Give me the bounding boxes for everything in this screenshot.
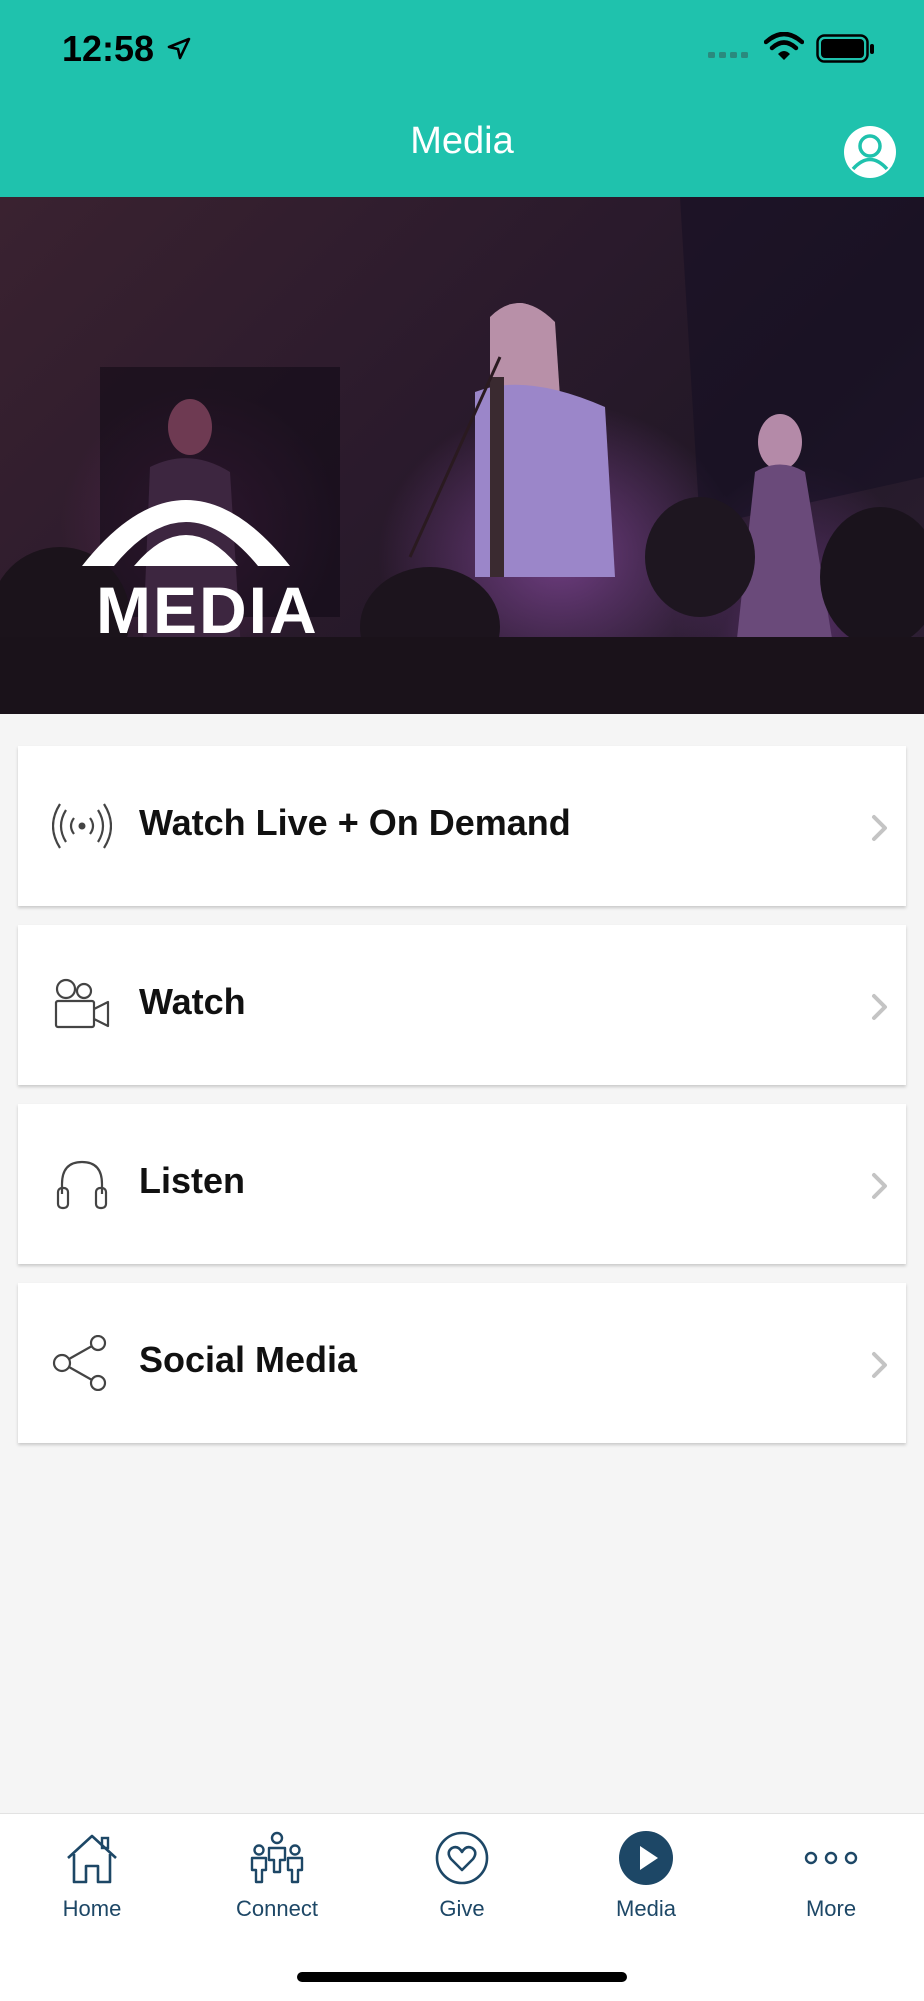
header-bar: 12:58 Media (0, 0, 924, 197)
people-icon (250, 1831, 304, 1884)
home-icon (67, 1834, 117, 1884)
more-icon (804, 1851, 858, 1865)
media-logo-text: MEDIA (96, 573, 319, 647)
video-camera-icon (54, 978, 110, 1029)
tab-connect[interactable]: Connect (187, 1814, 367, 1934)
share-icon (52, 1335, 107, 1391)
home-indicator[interactable] (297, 1972, 627, 1982)
menu-item-label: Watch (139, 981, 246, 1022)
tab-label: Home (62, 1896, 122, 1921)
status-time: 12:58 (62, 28, 155, 69)
menu-item-label: Social Media (139, 1339, 358, 1380)
battery-icon (816, 34, 874, 63)
menu-item-listen[interactable]: Listen (18, 1104, 906, 1264)
chevron-right-icon (872, 994, 887, 1020)
menu-item-watch[interactable]: Watch (18, 925, 906, 1085)
tab-label: Connect (236, 1896, 318, 1921)
menu-item-label: Listen (139, 1160, 246, 1201)
tab-label: More (805, 1896, 857, 1921)
tab-media[interactable]: Media (556, 1814, 736, 1934)
wifi-icon (764, 32, 804, 60)
tab-home[interactable]: Home (2, 1814, 182, 1934)
media-logo-arch (82, 500, 290, 566)
menu-item-label: Watch Live + On Demand (139, 802, 571, 843)
chevron-right-icon (872, 815, 887, 841)
tab-more[interactable]: More (741, 1814, 921, 1934)
tab-label: Give (439, 1896, 485, 1921)
chevron-right-icon (872, 1173, 887, 1199)
headphones-icon (56, 1160, 108, 1210)
location-arrow-icon (167, 37, 191, 60)
heart-icon (435, 1831, 489, 1885)
tab-give[interactable]: Give (372, 1814, 552, 1934)
profile-button[interactable] (842, 124, 898, 180)
menu-item-social-media[interactable]: Social Media (18, 1283, 906, 1443)
menu-item-watch-live[interactable]: Watch Live + On Demand (18, 746, 906, 906)
broadcast-icon (52, 803, 112, 849)
cellular-signal-icon (708, 52, 748, 58)
chevron-right-icon (872, 1352, 887, 1378)
page-title: Media (410, 120, 514, 162)
tab-label: Media (616, 1896, 676, 1921)
play-icon (619, 1831, 673, 1885)
